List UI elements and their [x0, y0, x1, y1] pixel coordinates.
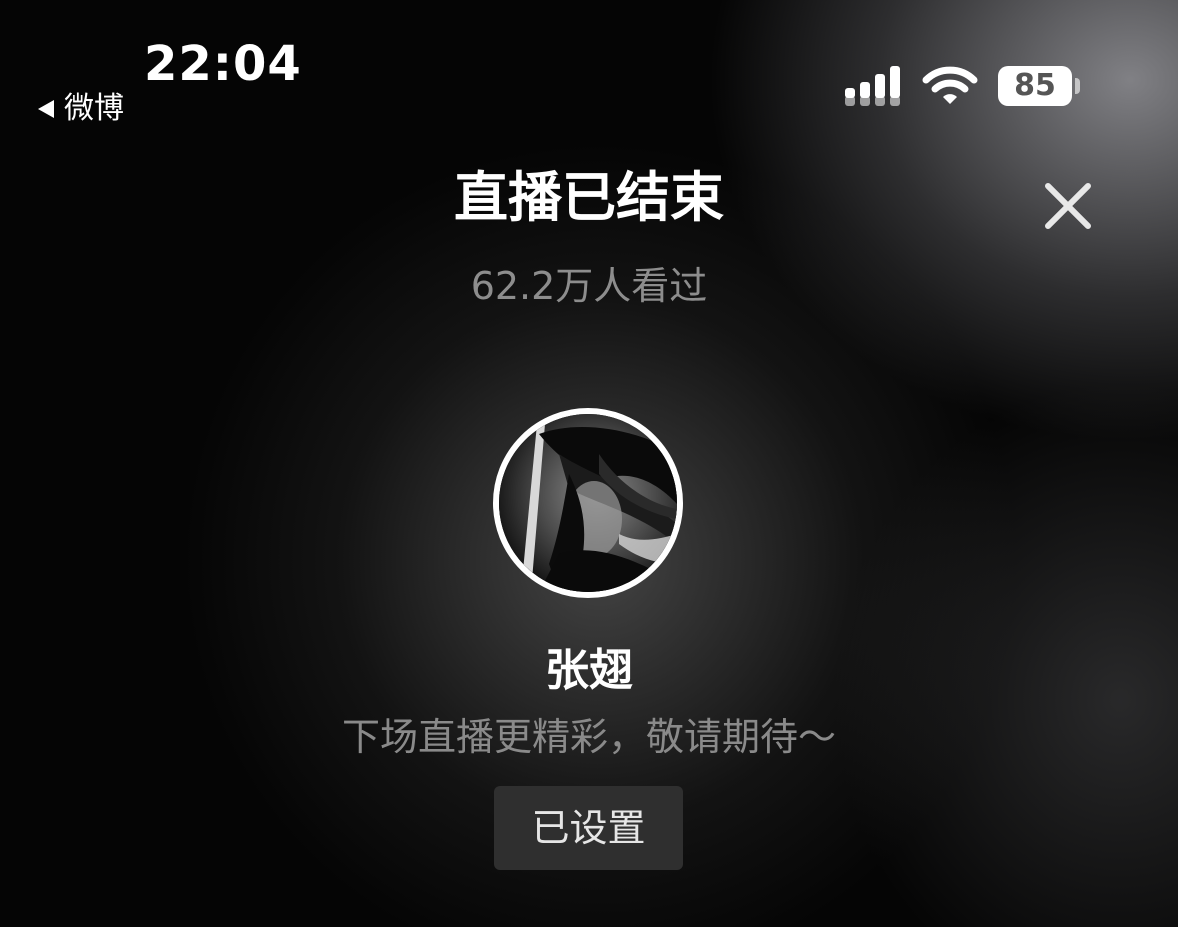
reminder-set-button[interactable]: 已设置 — [494, 786, 683, 870]
back-to-app-button[interactable]: 微博 — [38, 90, 124, 128]
next-live-message: 下场直播更精彩，敬请期待～ — [341, 715, 836, 759]
cellular-signal-icon — [845, 66, 905, 108]
close-icon — [1045, 183, 1091, 229]
wifi-icon — [922, 66, 978, 108]
battery-tip — [1075, 78, 1080, 94]
battery-indicator: 85 — [998, 66, 1082, 106]
back-arrow-icon — [38, 100, 54, 118]
avatar[interactable] — [493, 408, 683, 598]
streamer-portrait-image — [499, 414, 677, 592]
battery-level: 85 — [998, 66, 1072, 106]
close-button[interactable] — [1042, 180, 1094, 232]
status-time: 22:04 — [144, 36, 302, 92]
streamer-name[interactable]: 张翅 — [0, 644, 1178, 698]
back-app-label: 微博 — [64, 91, 124, 126]
viewer-count: 62.2万人看过 — [470, 264, 708, 308]
page-title: 直播已结束 — [454, 166, 724, 229]
